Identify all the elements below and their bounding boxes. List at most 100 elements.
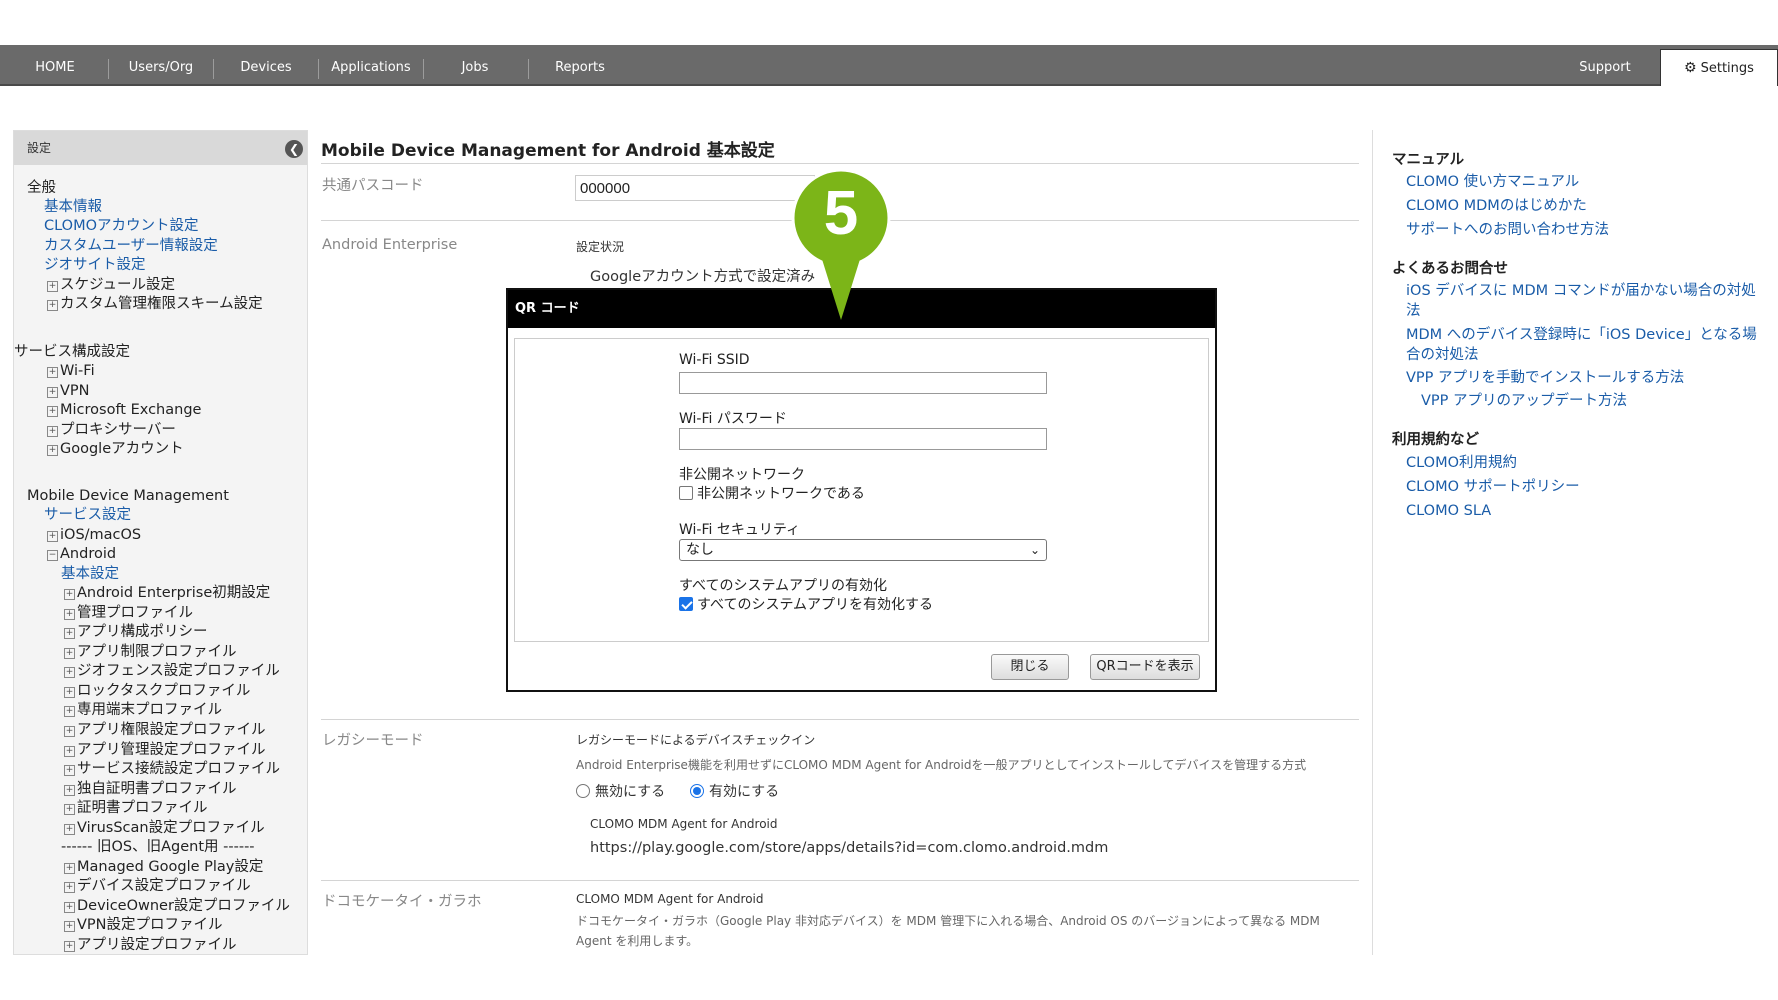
sidebar-item-exchange[interactable]: + Microsoft Exchange bbox=[47, 401, 201, 419]
nav-divider bbox=[528, 59, 529, 79]
sidebar-item-label: Microsoft Exchange bbox=[60, 402, 202, 418]
sidebar-item-app-permission[interactable]: + アプリ権限設定プロファイル bbox=[64, 721, 266, 739]
sidebar-item-management-profile[interactable]: + 管理プロファイル bbox=[64, 604, 193, 622]
divider bbox=[321, 719, 1359, 720]
expand-icon: + bbox=[64, 628, 75, 639]
nav-settings-label: Settings bbox=[1700, 61, 1754, 76]
radio-label: 有効にする bbox=[709, 784, 780, 800]
expand-icon: + bbox=[64, 882, 75, 893]
sidebar-item-android[interactable]: − Android bbox=[47, 545, 116, 563]
sidebar-item-label: VPN bbox=[60, 383, 90, 399]
sidebar-item-wifi[interactable]: + Wi-Fi bbox=[47, 362, 95, 380]
close-button[interactable]: 閉じる bbox=[991, 654, 1069, 680]
sidebar-item-vpn[interactable]: + VPN bbox=[47, 382, 90, 400]
sidebar-item-device-settings[interactable]: + デバイス設定プロファイル bbox=[64, 877, 251, 895]
expand-icon: + bbox=[47, 406, 58, 417]
terms-link[interactable]: CLOMO利用規約 bbox=[1406, 453, 1517, 473]
sidebar-item-proxy[interactable]: + プロキシサーバー bbox=[47, 421, 176, 439]
collapse-sidebar-icon[interactable]: ❮ bbox=[285, 140, 303, 158]
sidebar-item-app-config-policy[interactable]: + アプリ構成ポリシー bbox=[64, 623, 208, 641]
sidebar-item-geosite[interactable]: ジオサイト設定 bbox=[44, 256, 146, 274]
nav-divider bbox=[108, 59, 109, 79]
nav-devices[interactable]: Devices bbox=[220, 45, 312, 86]
sidebar-item-basic-info[interactable]: 基本情報 bbox=[44, 198, 102, 216]
expand-icon: + bbox=[64, 921, 75, 932]
manual-link[interactable]: CLOMO 使い方マニュアル bbox=[1406, 172, 1579, 192]
expand-icon: + bbox=[64, 765, 75, 776]
agent-label: CLOMO MDM Agent for Android bbox=[590, 817, 778, 831]
expand-icon: + bbox=[64, 667, 75, 678]
checkbox-label: 非公開ネットワークである bbox=[697, 486, 865, 502]
sidebar-item-service-connection[interactable]: + サービス接続設定プロファイル bbox=[64, 760, 280, 778]
sidebar-item-custom-cert[interactable]: + 独自証明書プロファイル bbox=[64, 780, 237, 798]
faq-link[interactable]: VPP アプリを手動でインストールする方法 bbox=[1406, 368, 1684, 388]
sidebar-item-service-settings[interactable]: サービス設定 bbox=[44, 506, 131, 524]
manual-link[interactable]: CLOMO MDMのはじめかた bbox=[1406, 196, 1587, 216]
sidebar-item-label: 専用端末プロファイル bbox=[77, 702, 222, 718]
sidebar-item-virusscan[interactable]: + VirusScan設定プロファイル bbox=[64, 819, 265, 837]
common-passcode-input[interactable] bbox=[575, 175, 815, 201]
expand-icon: + bbox=[64, 609, 75, 620]
sidebar-item-google-account[interactable]: + Googleアカウント bbox=[47, 440, 184, 458]
sidebar-item-label: DeviceOwner設定プロファイル bbox=[77, 898, 290, 914]
show-qr-code-button[interactable]: QRコードを表示 bbox=[1090, 654, 1200, 680]
faq-link[interactable]: VPP アプリのアップデート方法 bbox=[1421, 391, 1627, 411]
sidebar-item-schedule[interactable]: + スケジュール設定 bbox=[47, 276, 175, 294]
sidebar-item-managed-google-play[interactable]: + Managed Google Play設定 bbox=[64, 858, 263, 876]
wifi-security-select[interactable]: なし ⌄ bbox=[679, 539, 1047, 561]
sidebar-item-deviceowner[interactable]: + DeviceOwner設定プロファイル bbox=[64, 897, 290, 915]
faq-link[interactable]: iOS デバイスに MDM コマンドが届かない場合の対処法 bbox=[1406, 281, 1761, 321]
nav-reports[interactable]: Reports bbox=[535, 45, 625, 86]
nav-divider bbox=[213, 59, 214, 79]
legacy-radio-enable[interactable]: 有効にする bbox=[690, 781, 779, 801]
step-callout-marker: 5 bbox=[791, 168, 891, 325]
sidebar-item-android-basic-settings[interactable]: 基本設定 bbox=[61, 565, 119, 583]
hidden-network-label: 非公開ネットワーク bbox=[679, 467, 805, 483]
checkbox-label: すべてのシステムアプリを有効化する bbox=[697, 597, 934, 613]
nav-users-org[interactable]: Users/Org bbox=[115, 45, 207, 86]
wifi-password-input[interactable] bbox=[679, 428, 1047, 450]
sidebar-item-label: Googleアカウント bbox=[60, 441, 184, 457]
sidebar-legacy-divider: ------ 旧OS、旧Agent用 ------ bbox=[61, 839, 255, 855]
sidebar-item-cert[interactable]: + 証明書プロファイル bbox=[64, 799, 208, 817]
expand-icon: + bbox=[64, 706, 75, 717]
nav-support[interactable]: Support bbox=[1565, 45, 1645, 86]
nav-applications[interactable]: Applications bbox=[322, 45, 420, 86]
checkbox-unchecked-icon bbox=[679, 486, 693, 500]
manual-link[interactable]: サポートへのお問い合わせ方法 bbox=[1406, 220, 1609, 240]
radio-off-icon bbox=[576, 784, 590, 798]
terms-link[interactable]: CLOMO SLA bbox=[1406, 501, 1491, 521]
sidebar-item-geofence[interactable]: + ジオフェンス設定プロファイル bbox=[64, 662, 280, 680]
faq-link[interactable]: MDM へのデバイス登録時に「iOS Device」となる場合の対処法 bbox=[1406, 325, 1761, 365]
sidebar-item-app-settings[interactable]: + アプリ設定プロファイル bbox=[64, 936, 237, 954]
sidebar-item-label: 独自証明書プロファイル bbox=[77, 781, 237, 797]
legacy-radio-disable[interactable]: 無効にする bbox=[576, 781, 665, 801]
expand-icon: + bbox=[47, 367, 58, 378]
divider bbox=[321, 163, 1359, 164]
sidebar-item-label: サービス接続設定プロファイル bbox=[77, 761, 280, 777]
nav-home[interactable]: HOME bbox=[20, 45, 90, 86]
docomo-heading: CLOMO MDM Agent for Android bbox=[576, 892, 764, 906]
sidebar-item-label: ロックタスクプロファイル bbox=[77, 683, 251, 699]
hidden-network-checkbox[interactable]: 非公開ネットワークである bbox=[679, 483, 865, 503]
wifi-ssid-input[interactable] bbox=[679, 372, 1047, 394]
sidebar-item-label: Android bbox=[60, 546, 117, 562]
system-apps-checkbox[interactable]: すべてのシステムアプリを有効化する bbox=[679, 594, 933, 614]
wifi-ssid-label: Wi-Fi SSID bbox=[679, 352, 750, 368]
sidebar-item-lock-task[interactable]: + ロックタスクプロファイル bbox=[64, 682, 250, 700]
expand-icon: + bbox=[47, 531, 58, 542]
terms-link[interactable]: CLOMO サポートポリシー bbox=[1406, 477, 1580, 497]
sidebar-item-app-restriction[interactable]: + アプリ制限プロファイル bbox=[64, 643, 237, 661]
sidebar-item-custom-permission[interactable]: + カスタム管理権限スキーム設定 bbox=[47, 295, 263, 313]
sidebar-item-dedicated-device[interactable]: + 専用端末プロファイル bbox=[64, 701, 222, 719]
sidebar-item-clomo-account[interactable]: CLOMOアカウント設定 bbox=[44, 217, 199, 235]
nav-settings-tab[interactable]: ⚙ Settings bbox=[1660, 49, 1778, 86]
sidebar-item-ae-initial[interactable]: + Android Enterprise初期設定 bbox=[64, 584, 270, 602]
sidebar-item-custom-user-info[interactable]: カスタムユーザー情報設定 bbox=[44, 237, 218, 255]
nav-jobs[interactable]: Jobs bbox=[430, 45, 520, 86]
sidebar-item-app-management[interactable]: + アプリ管理設定プロファイル bbox=[64, 741, 266, 759]
sidebar-item-vpn-profile[interactable]: + VPN設定プロファイル bbox=[64, 916, 223, 934]
sidebar-item-ios-macos[interactable]: + iOS/macOS bbox=[47, 526, 141, 544]
sidebar-section-general: 全般 bbox=[27, 180, 56, 196]
system-apps-label: すべてのシステムアプリの有効化 bbox=[679, 578, 888, 594]
